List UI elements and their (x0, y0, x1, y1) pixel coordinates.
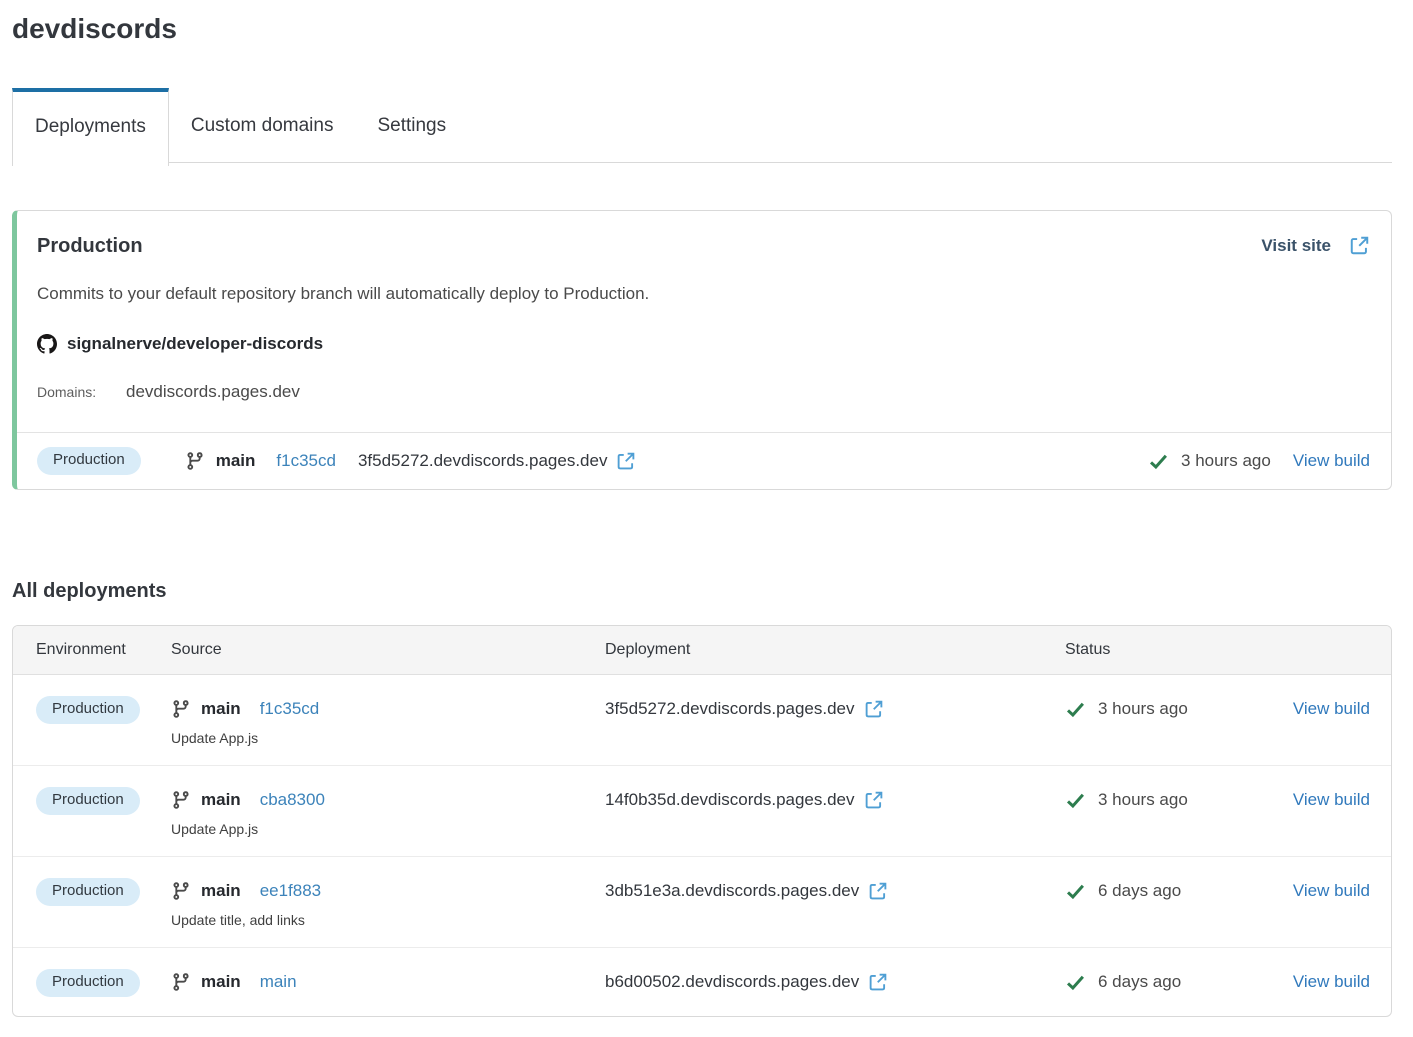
check-icon (1065, 881, 1086, 902)
table-row: Production main f1c35cd Update App.js 3f… (13, 675, 1391, 765)
view-build-link[interactable]: View build (1293, 790, 1370, 809)
commit-message: Update App.js (171, 730, 605, 746)
environment-badge: Production (37, 447, 141, 475)
deployment-url: 3db51e3a.devdiscords.pages.dev (605, 877, 859, 905)
view-build-link[interactable]: View build (1293, 451, 1370, 471)
deployment-url: b6d00502.devdiscords.pages.dev (605, 968, 859, 996)
git-branch-icon (171, 972, 191, 992)
commit-message: Update title, add links (171, 912, 605, 928)
external-link-icon[interactable] (868, 881, 888, 901)
environment-badge: Production (36, 787, 140, 815)
view-build-link[interactable]: View build (1293, 699, 1370, 718)
check-icon (1065, 699, 1086, 720)
check-icon (1148, 451, 1169, 472)
github-icon (37, 334, 57, 354)
deployment-url: 14f0b35d.devdiscords.pages.dev (605, 786, 855, 814)
table-header: Environment Source Deployment Status (13, 626, 1391, 675)
commit-message: Update App.js (171, 821, 605, 837)
external-link-icon[interactable] (616, 451, 636, 471)
visit-site-link[interactable]: Visit site (1261, 235, 1370, 256)
deployment-url: 3f5d5272.devdiscords.pages.dev (358, 451, 608, 471)
commit-link[interactable]: f1c35cd (260, 695, 320, 723)
view-build-link[interactable]: View build (1293, 972, 1370, 991)
column-status: Status (1065, 641, 1284, 659)
table-row: Production main cba8300 Update App.js 14… (13, 765, 1391, 856)
git-branch-icon (171, 790, 191, 810)
environment-badge: Production (36, 969, 140, 997)
status-time: 6 days ago (1098, 877, 1181, 905)
git-branch-icon (171, 699, 191, 719)
branch-name: main (201, 786, 241, 814)
column-environment: Environment (36, 641, 171, 659)
table-row: Production main main b6d00502.devdiscord… (13, 947, 1391, 1016)
branch-name: main (201, 877, 241, 905)
production-card-title: Production (37, 235, 143, 258)
branch-name: main (201, 695, 241, 723)
domains-value: devdiscords.pages.dev (126, 382, 300, 402)
commit-link[interactable]: main (260, 968, 297, 996)
commit-link[interactable]: cba8300 (260, 786, 325, 814)
view-build-link[interactable]: View build (1293, 881, 1370, 900)
check-icon (1065, 972, 1086, 993)
production-description: Commits to your default repository branc… (37, 284, 1370, 304)
page-title: devdiscords (12, 13, 1392, 45)
environment-badge: Production (36, 878, 140, 906)
external-link-icon[interactable] (868, 972, 888, 992)
branch-name: main (216, 451, 256, 471)
branch-name: main (201, 968, 241, 996)
domains-label: Domains: (37, 384, 126, 400)
status-time: 3 hours ago (1181, 451, 1271, 471)
environment-badge: Production (36, 696, 140, 724)
external-link-icon[interactable] (864, 790, 884, 810)
external-link-icon (1349, 235, 1370, 256)
all-deployments-heading: All deployments (12, 580, 1392, 603)
visit-site-label: Visit site (1261, 236, 1331, 256)
production-card: Production Visit site Commits to your de… (12, 210, 1392, 490)
commit-link[interactable]: f1c35cd (276, 451, 336, 471)
status-time: 3 hours ago (1098, 786, 1188, 814)
tab-deployments[interactable]: Deployments (12, 88, 169, 166)
git-branch-icon (171, 881, 191, 901)
table-row: Production main ee1f883 Update title, ad… (13, 856, 1391, 947)
tab-settings[interactable]: Settings (355, 88, 468, 162)
deployments-table: Environment Source Deployment Status Pro… (12, 625, 1392, 1017)
status-time: 6 days ago (1098, 968, 1181, 996)
check-icon (1065, 790, 1086, 811)
git-branch-icon (185, 451, 205, 471)
tab-bar: Deployments Custom domains Settings (12, 88, 1392, 163)
production-deployment-row: Production main f1c35cd 3f5d5272.devdisc… (17, 432, 1391, 489)
deployment-url: 3f5d5272.devdiscords.pages.dev (605, 695, 855, 723)
column-source: Source (171, 641, 605, 659)
column-deployment: Deployment (605, 641, 1065, 659)
commit-link[interactable]: ee1f883 (260, 877, 321, 905)
status-time: 3 hours ago (1098, 695, 1188, 723)
tab-custom-domains[interactable]: Custom domains (169, 88, 356, 162)
external-link-icon[interactable] (864, 699, 884, 719)
repository-link[interactable]: signalnerve/developer-discords (67, 334, 323, 354)
